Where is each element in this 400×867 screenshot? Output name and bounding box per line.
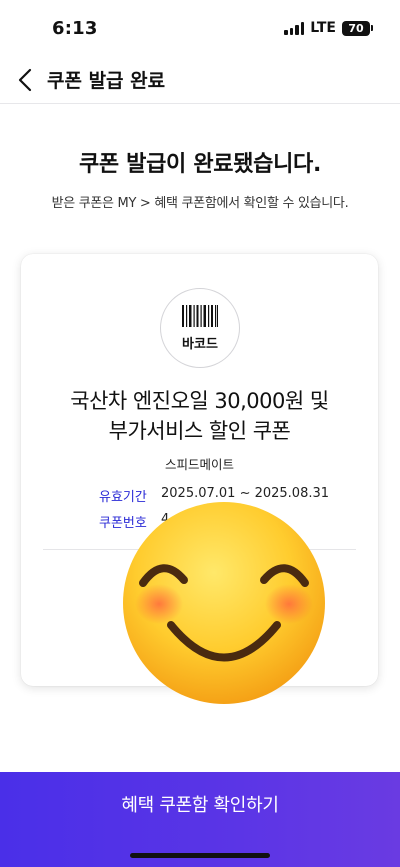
status-indicators: LTE 70	[284, 20, 373, 36]
check-coupon-box-label: 혜택 쿠폰함 확인하기	[121, 795, 279, 816]
coupon-title-line2: 부가서비스 할인 쿠폰	[108, 419, 291, 443]
nav-bar: 쿠폰 발급 완료	[0, 58, 400, 104]
smiling-face-emoji-icon	[123, 502, 325, 704]
completion-subtext: 받은 쿠폰은 MY > 혜택 쿠폰함에서 확인할 수 있습니다.	[51, 196, 349, 211]
status-bar: 6:13 LTE 70	[0, 0, 400, 58]
coupon-title: 국산차 엔진오일 30,000원 및 부가서비스 할인 쿠폰	[21, 386, 378, 446]
coupon-brand: 스피드메이트	[164, 457, 234, 472]
chevron-left-icon	[18, 68, 32, 92]
back-button[interactable]	[10, 62, 40, 98]
barcode-button[interactable]: 바코드	[160, 288, 240, 368]
network-type: LTE	[310, 20, 336, 36]
barcode-label: 바코드	[182, 336, 218, 352]
check-coupon-box-button[interactable]: 혜택 쿠폰함 확인하기	[0, 772, 400, 867]
cellular-signal-icon	[284, 21, 305, 35]
barcode-icon	[182, 304, 218, 327]
coupon-title-line1: 국산차 엔진오일 30,000원 및	[70, 389, 329, 413]
home-indicator	[130, 853, 270, 858]
battery-level: 70	[348, 21, 364, 35]
page-title: 쿠폰 발급 완료	[47, 70, 166, 92]
completion-headline: 쿠폰 발급이 완료됐습니다.	[78, 152, 322, 177]
status-time: 6:13	[52, 18, 98, 39]
battery-icon: 70	[342, 20, 373, 36]
